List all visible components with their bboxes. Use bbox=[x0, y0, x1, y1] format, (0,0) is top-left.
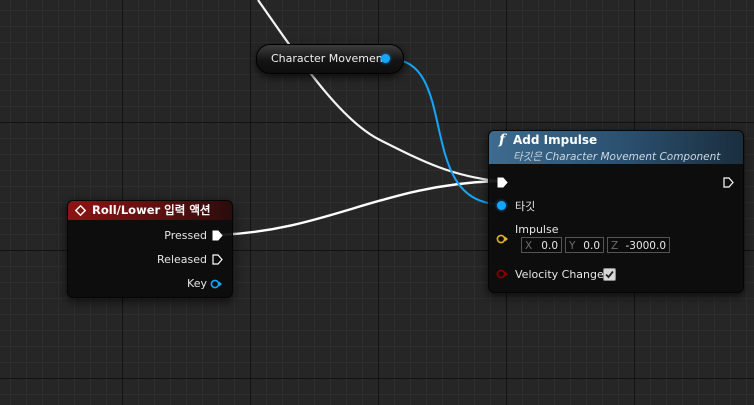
exec-wire-pressed bbox=[218, 179, 499, 237]
impulse-z-axis: Z bbox=[611, 240, 619, 252]
impulse-z-value: -3000.0 bbox=[625, 240, 666, 252]
event-diamond-icon bbox=[75, 205, 86, 216]
character-movement-node[interactable]: Character Movement bbox=[256, 44, 404, 74]
velocity-change-checkbox[interactable] bbox=[603, 268, 616, 281]
checkmark-icon bbox=[605, 270, 614, 279]
pressed-exec-pin-icon[interactable] bbox=[212, 230, 223, 241]
add-impulse-node[interactable]: f Add Impulse 타깃은 Character Movement Com… bbox=[488, 130, 744, 293]
impulse-pin-label: Impulse bbox=[515, 223, 559, 236]
impulse-z-field[interactable]: Z -3000.0 bbox=[607, 237, 670, 253]
released-pin-label: Released bbox=[157, 253, 207, 266]
key-struct-pin-icon[interactable] bbox=[210, 279, 223, 289]
impulse-x-value: 0.0 bbox=[541, 240, 558, 252]
impulse-y-field[interactable]: Y 0.0 bbox=[565, 237, 604, 253]
add-impulse-header: f Add Impulse 타깃은 Character Movement Com… bbox=[489, 131, 743, 164]
key-pin-label: Key bbox=[187, 277, 207, 290]
velocity-change-label: Velocity Change bbox=[515, 268, 604, 281]
impulse-x-axis: X bbox=[525, 240, 533, 252]
target-pin-label: 타깃 bbox=[515, 200, 536, 213]
object-wire-target bbox=[389, 58, 501, 205]
impulse-y-axis: Y bbox=[569, 240, 576, 252]
target-pin[interactable] bbox=[497, 201, 506, 210]
impulse-y-value: 0.0 bbox=[583, 240, 600, 252]
add-impulse-title: Add Impulse bbox=[513, 133, 598, 147]
roll-lower-input-node[interactable]: Roll/Lower 입력 액션 Pressed Released Key bbox=[67, 200, 233, 298]
impulse-vector-pin-icon[interactable] bbox=[496, 234, 509, 244]
character-movement-label: Character Movement bbox=[271, 52, 388, 65]
velocity-change-bool-pin-icon[interactable] bbox=[496, 269, 509, 279]
exec-output-pin-icon[interactable] bbox=[723, 177, 734, 188]
impulse-x-field[interactable]: X 0.0 bbox=[521, 237, 562, 253]
released-exec-pin-icon[interactable] bbox=[212, 254, 223, 265]
exec-wire-incoming bbox=[257, 0, 499, 183]
input-node-header: Roll/Lower 입력 액션 bbox=[68, 201, 232, 220]
subtitle-text: 타깃은 Character Movement Component bbox=[513, 151, 721, 163]
input-node-title: Roll/Lower 입력 액션 bbox=[92, 203, 211, 217]
pressed-pin-label: Pressed bbox=[164, 229, 207, 242]
exec-input-pin-icon[interactable] bbox=[497, 177, 508, 188]
function-f-icon: f bbox=[499, 132, 506, 148]
character-movement-output-pin[interactable] bbox=[381, 54, 390, 63]
add-impulse-subtitle: 타깃은 Character Movement Component bbox=[513, 149, 720, 164]
